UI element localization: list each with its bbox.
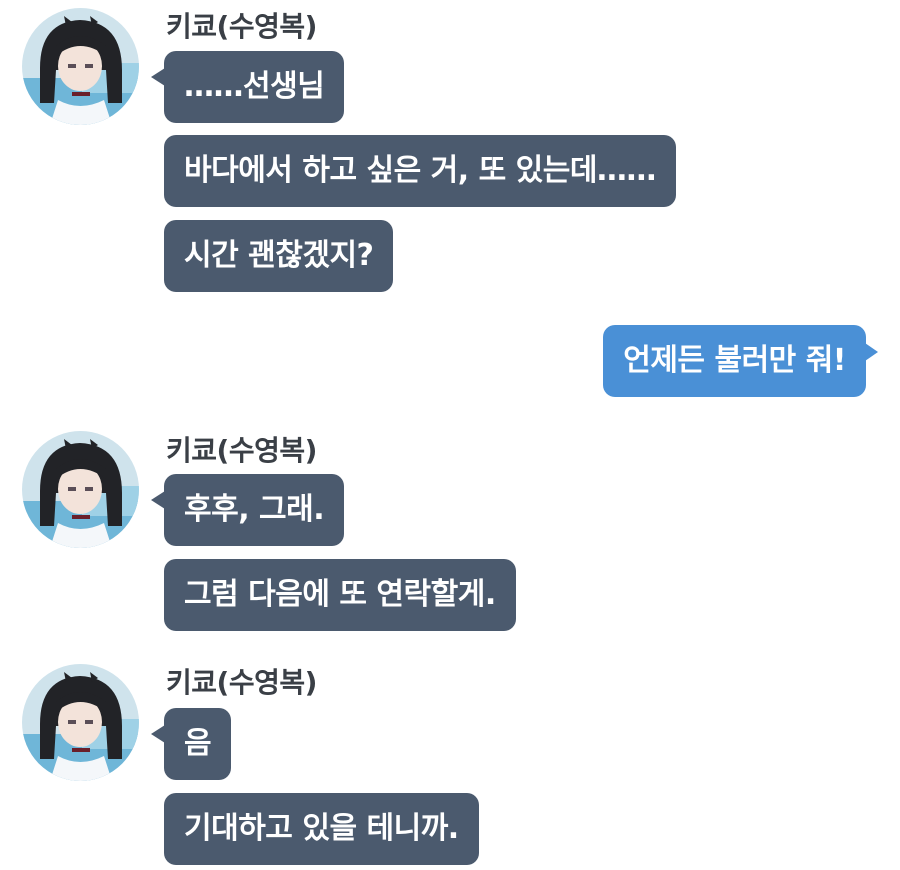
avatar[interactable] [22,8,139,125]
reply-bubble[interactable]: 언제든 불러만 줘! [603,325,866,397]
message-bubble[interactable]: 후후, 그래. [164,474,345,546]
message-bubble[interactable]: 시간 괜찮겠지? [164,220,394,292]
avatar[interactable] [22,431,139,548]
avatar[interactable] [22,664,139,781]
message-bubble[interactable]: 음 [164,708,232,780]
message-bubble[interactable]: ……선생님 [164,51,345,123]
bubble-tail [151,68,165,86]
sender-name: 키쿄(수영복) [166,10,317,43]
message-bubble[interactable]: 그럼 다음에 또 연락할게. [164,559,516,631]
bubble-tail [865,343,878,361]
bubble-tail [151,491,165,509]
message-bubble[interactable]: 기대하고 있을 테니까. [164,793,479,865]
message-bubble[interactable]: 바다에서 하고 싶은 거, 또 있는데…… [164,135,676,207]
bubble-tail [151,725,165,743]
sender-name: 키쿄(수영복) [166,666,317,699]
sender-name: 키쿄(수영복) [166,434,317,467]
